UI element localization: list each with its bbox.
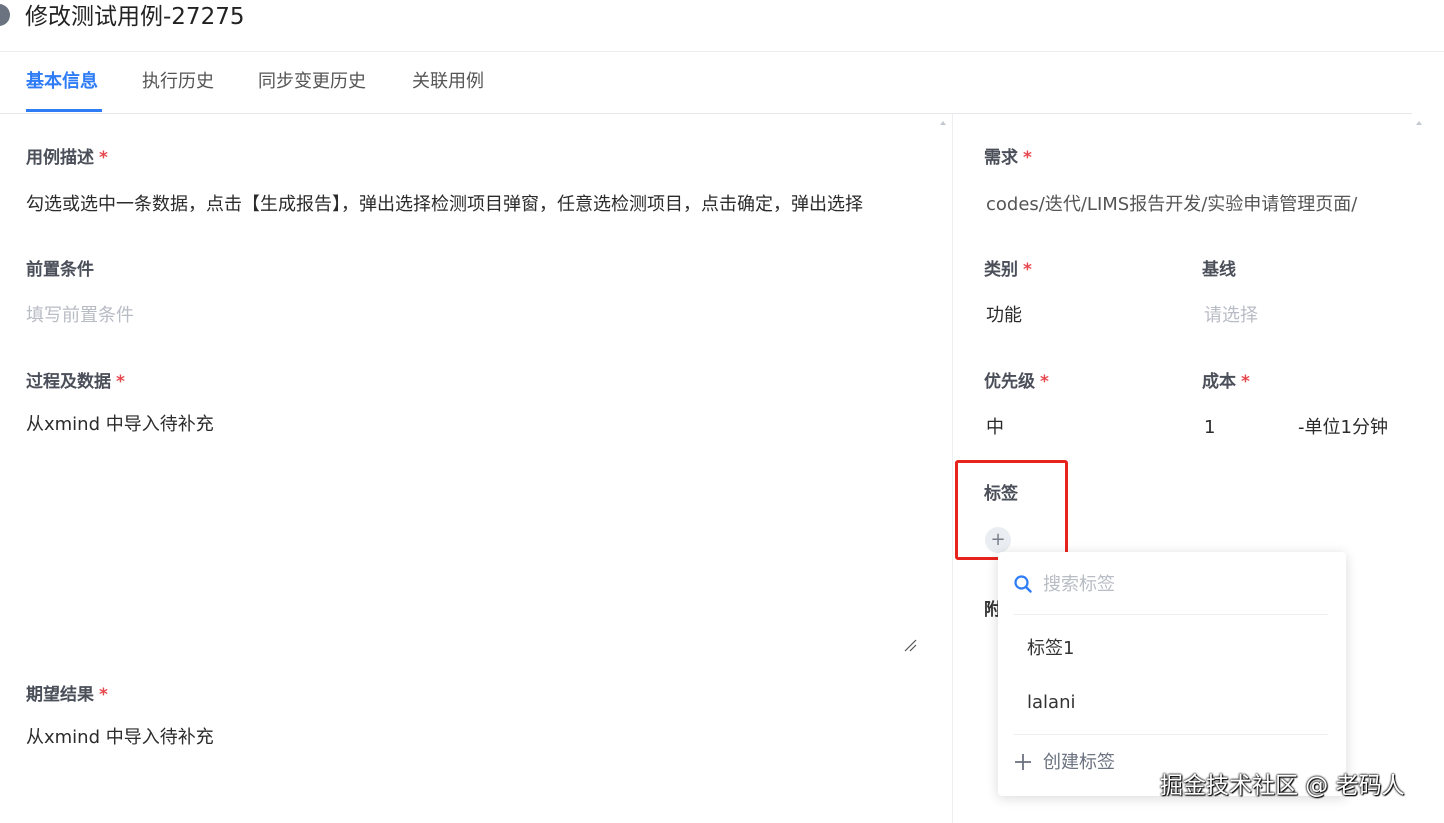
tab-bar: 基本信息 执行历史 同步变更历史 关联用例: [0, 52, 1412, 114]
tag-option[interactable]: 标签1: [1027, 637, 1074, 661]
annotation-highlight-box: [955, 460, 1068, 560]
create-tag-label: 创建标签: [1043, 752, 1115, 773]
tag-dropdown: 标签1 lalani 创建标签: [998, 552, 1346, 796]
page-header: 修改测试用例-27275: [0, 0, 1444, 52]
tag-search-input[interactable]: [1043, 570, 1323, 598]
watermark: 掘金技术社区 @ 老码人: [1160, 773, 1405, 799]
steps-label: 过程及数据 *: [26, 372, 125, 392]
tab-execution-history[interactable]: 执行历史: [142, 70, 214, 94]
cost-unit: -单位1分钟: [1298, 417, 1388, 438]
tab-related-cases[interactable]: 关联用例: [412, 70, 484, 94]
description-label: 用例描述 *: [26, 148, 108, 168]
cost-input[interactable]: 1: [1204, 416, 1215, 440]
precondition-label: 前置条件: [26, 260, 94, 280]
cost-label: 成本 *: [1202, 372, 1250, 392]
expected-label: 期望结果 *: [26, 685, 108, 705]
baseline-select[interactable]: 请选择: [1204, 304, 1258, 328]
precondition-field[interactable]: 填写前置条件: [26, 304, 134, 328]
priority-select[interactable]: 中: [986, 416, 1004, 440]
left-scroll-up-icon[interactable]: [940, 121, 946, 125]
panel-divider: [952, 114, 953, 823]
right-scroll-up-icon[interactable]: [1416, 121, 1422, 125]
search-icon: [1014, 575, 1032, 593]
expected-field[interactable]: 从xmind 中导入待补充: [26, 726, 214, 750]
priority-label: 优先级 *: [984, 372, 1049, 392]
page-title: 修改测试用例-27275: [25, 4, 245, 30]
requirement-field[interactable]: codes/迭代/LIMS报告开发/实验申请管理页面/: [986, 193, 1380, 217]
requirement-label: 需求 *: [984, 148, 1032, 168]
tag-option[interactable]: lalani: [1027, 691, 1075, 715]
tab-basic-info[interactable]: 基本信息: [26, 70, 98, 94]
baseline-label: 基线: [1202, 260, 1236, 280]
dropdown-divider: [1014, 614, 1328, 615]
plus-icon: [1015, 754, 1031, 770]
tab-sync-change-history[interactable]: 同步变更历史: [258, 70, 366, 94]
category-select[interactable]: 功能: [986, 304, 1022, 328]
resize-handle-icon[interactable]: [903, 638, 917, 652]
steps-field[interactable]: 从xmind 中导入待补充: [26, 413, 214, 437]
back-icon[interactable]: [0, 4, 10, 26]
active-tab-indicator: [26, 109, 102, 112]
category-label: 类别 *: [984, 260, 1032, 280]
description-field[interactable]: 勾选或选中一条数据，点击【生成报告】，弹出选择检测项目弹窗，任意选检测项目，点击…: [26, 193, 910, 217]
dropdown-divider: [1014, 734, 1328, 735]
tag-search-row: [998, 552, 1346, 614]
